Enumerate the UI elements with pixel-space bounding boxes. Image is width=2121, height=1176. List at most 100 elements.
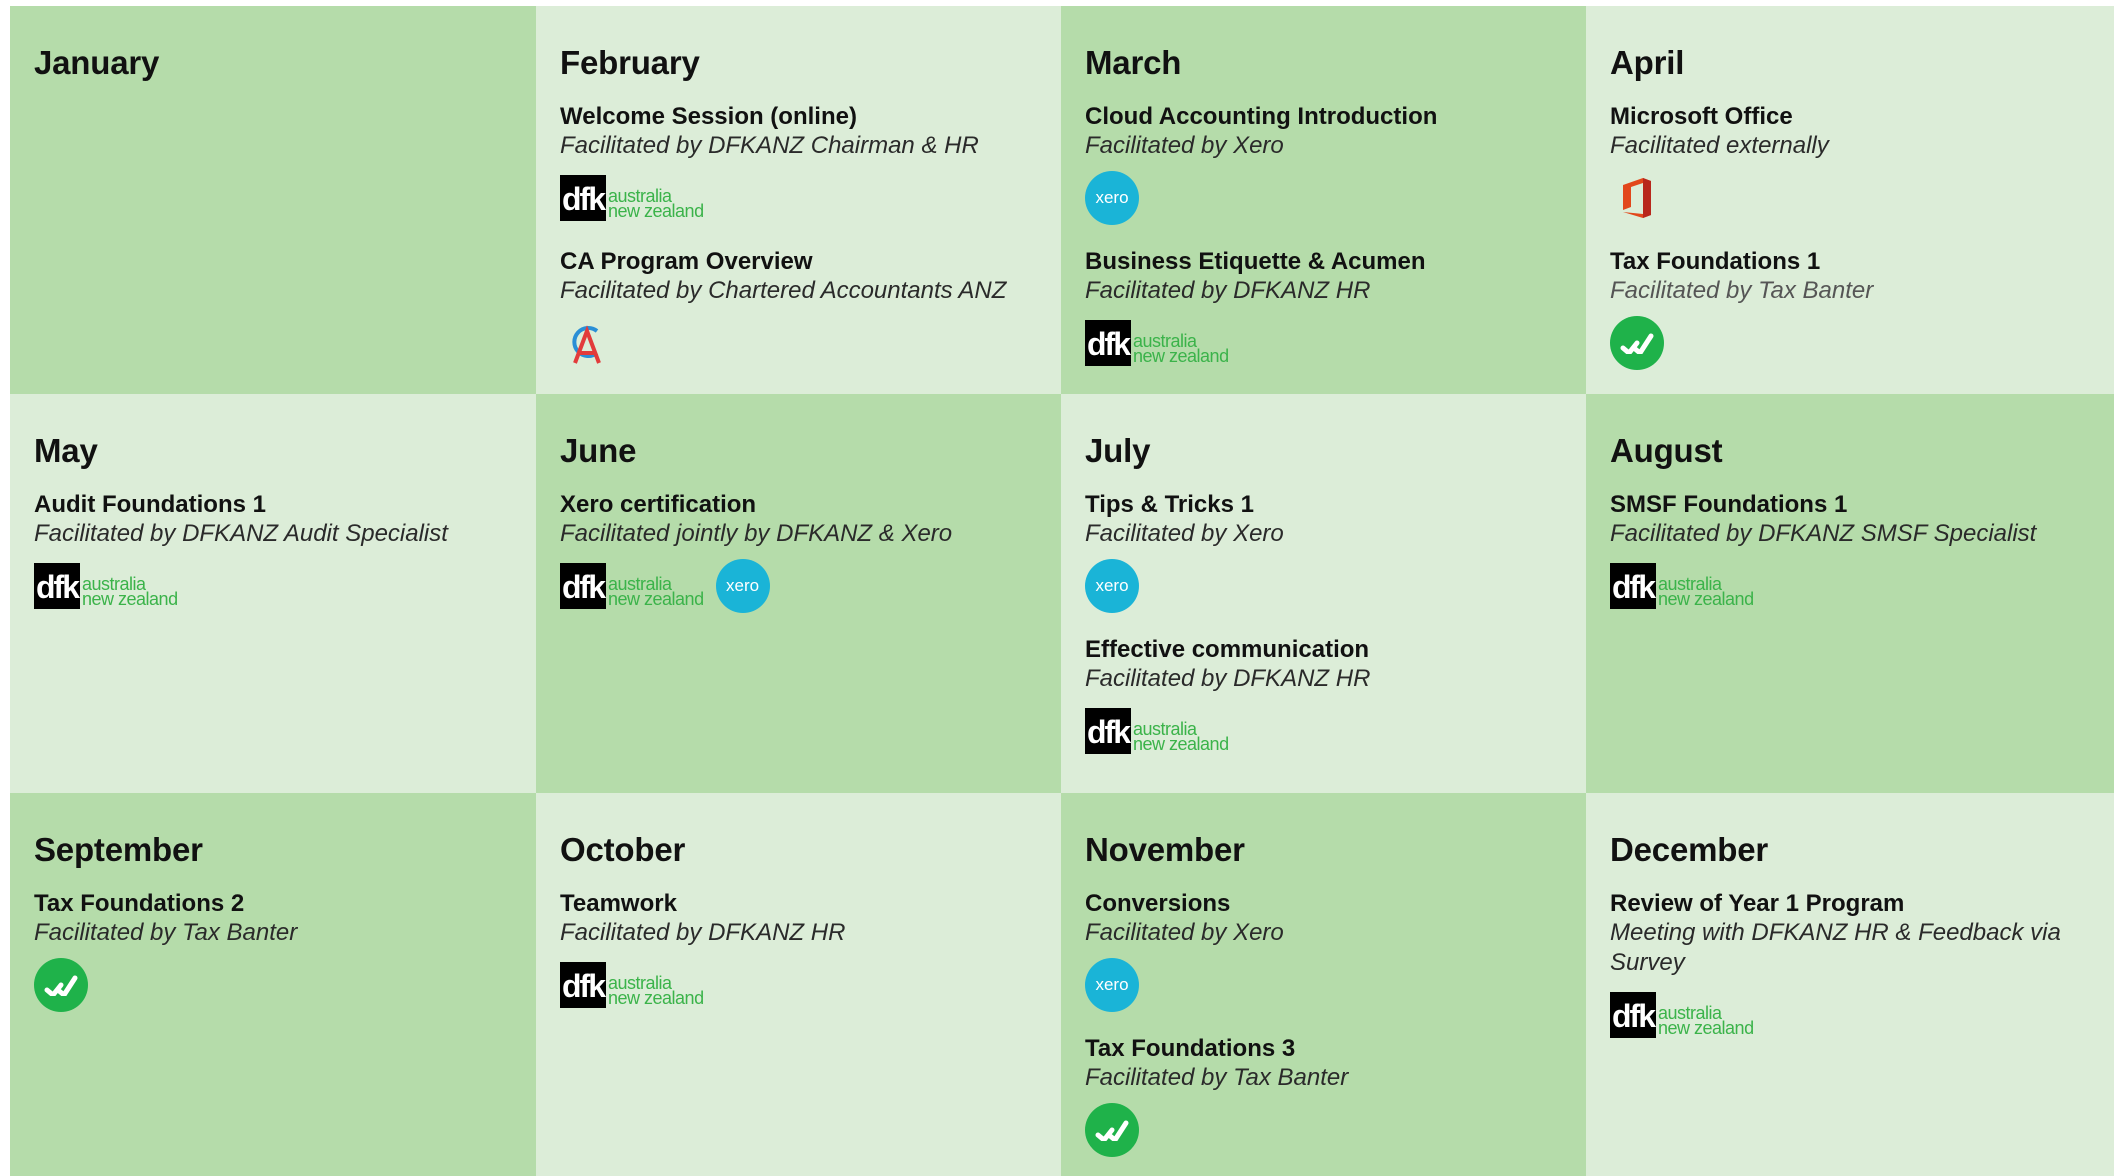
dfk-logo-region: australia new zealand xyxy=(1658,565,1754,608)
event-logos: dfk australia new zealand xyxy=(560,171,1037,225)
month-cell-february: February Welcome Session (online) Facilita… xyxy=(536,6,1061,394)
dfk-logo-mark: dfk xyxy=(560,962,606,1008)
training-event: Tax Foundations 2 Facilitated by Tax Bant… xyxy=(34,889,512,1012)
dfk-australia-new-zealand-logo: dfk australia new zealand xyxy=(560,563,704,609)
month-cell-october: October Teamwork Facilitated by DFKANZ HR d… xyxy=(536,793,1061,1176)
dfk-logo-line-new-zealand: new zealand xyxy=(82,589,178,609)
event-title: SMSF Foundations 1 xyxy=(1610,491,1848,518)
xero-logo-text: xero xyxy=(726,576,760,595)
month-cell-may: May Audit Foundations 1 Facilitated by DFK… xyxy=(10,394,536,793)
training-event: Audit Foundations 1 Facilitated by DFKANZ… xyxy=(34,490,512,613)
event-logos: dfk australia new zealand xyxy=(1610,988,2090,1042)
event-title: Business Etiquette & Acumen xyxy=(1085,248,1426,275)
event-logos: xero xyxy=(1085,958,1562,1012)
dfk-logo-mark: dfk xyxy=(1085,320,1131,366)
event-facilitator: Facilitated by DFKANZ HR xyxy=(1085,277,1371,304)
event-logos xyxy=(560,316,1037,370)
event-logos: dfk australia new zealand xyxy=(34,559,512,613)
dfk-logo-mark: dfk xyxy=(1085,708,1131,754)
event-facilitator: Facilitated by DFKANZ SMSF Specialist xyxy=(1610,520,2037,547)
event-logos: dfk australia new zealand xyxy=(560,958,1037,1012)
event-facilitator: Facilitated by Xero xyxy=(1085,520,1284,547)
dfk-logo-region: australia new zealand xyxy=(608,565,704,608)
event-title: Welcome Session (online) xyxy=(560,103,857,130)
month-cell-june: June Xero certification Facilitated jointl… xyxy=(536,394,1061,793)
month-cell-september: September Tax Foundations 2 Facilitated by… xyxy=(10,793,536,1176)
month-heading: February xyxy=(560,44,700,81)
dfk-logo-line-new-zealand: new zealand xyxy=(608,201,704,221)
event-facilitator: Facilitated by Xero xyxy=(1085,132,1284,159)
training-event: CA Program Overview Facilitated by Charte… xyxy=(560,247,1037,370)
dfk-logo-mark: dfk xyxy=(560,175,606,221)
event-facilitator: Facilitated by DFKANZ HR xyxy=(1085,665,1371,692)
dfk-australia-new-zealand-logo: dfk australia new zealand xyxy=(34,563,178,609)
month-heading: November xyxy=(1085,831,1245,868)
training-event: Business Etiquette & Acumen Facilitated b… xyxy=(1085,247,1562,370)
event-title: CA Program Overview xyxy=(560,248,813,275)
event-title: Tax Foundations 1 xyxy=(1610,248,1821,275)
month-cell-november: November Conversions Facilitated by Xero xe… xyxy=(1061,793,1586,1176)
dfk-logo-mark: dfk xyxy=(34,563,80,609)
dfk-logo-line-new-zealand: new zealand xyxy=(1658,1018,1754,1038)
dfk-australia-new-zealand-logo: dfk australia new zealand xyxy=(1085,708,1229,754)
dfk-logo-region: australia new zealand xyxy=(608,177,704,221)
event-title: Effective communication xyxy=(1085,636,1370,663)
tax-banter-check-icon xyxy=(1610,316,1664,370)
xero-logo: xero xyxy=(1085,958,1139,1012)
xero-logo-text: xero xyxy=(1095,188,1129,207)
event-facilitator: Facilitated by Tax Banter xyxy=(1610,277,1874,304)
training-event: Microsoft Office Facilitated externally xyxy=(1610,102,2090,225)
event-title: Cloud Accounting Introduction xyxy=(1085,103,1438,130)
xero-logo: xero xyxy=(715,559,770,613)
training-event: Tips & Tricks 1 Facilitated by Xero xero xyxy=(1085,490,1562,613)
dfk-logo-region: australia new zealand xyxy=(1133,710,1229,754)
event-title: Tax Foundations 3 xyxy=(1085,1035,1296,1062)
month-heading: May xyxy=(34,432,98,469)
training-event: Conversions Facilitated by Xero xero xyxy=(1085,889,1562,1012)
month-cell-january: January xyxy=(10,6,536,394)
event-logos xyxy=(1610,316,2090,370)
microsoft-office-icon xyxy=(1610,171,1664,225)
event-logos: dfk australia new zealand xyxy=(1085,316,1562,370)
dfk-logo-region: australia new zealand xyxy=(608,964,704,1008)
dfk-australia-new-zealand-logo: dfk australia new zealand xyxy=(1610,563,1754,609)
training-event: Effective communication Facilitated by DF… xyxy=(1085,635,1562,758)
month-heading: April xyxy=(1610,44,1685,81)
event-title: Audit Foundations 1 xyxy=(34,491,266,518)
dfk-logo-line-new-zealand: new zealand xyxy=(1133,734,1229,754)
dfk-logo-region: australia new zealand xyxy=(1658,994,1754,1038)
training-event: Review of Year 1 Program Meeting with DFK… xyxy=(1610,889,2090,1042)
event-facilitator: Facilitated by Xero xyxy=(1085,919,1284,946)
event-facilitator: Facilitated by DFKANZ HR xyxy=(560,919,846,946)
event-facilitator: Facilitated by Chartered Accountants ANZ xyxy=(560,277,1007,304)
event-title: Conversions xyxy=(1085,890,1231,917)
month-cell-march: March Cloud Accounting Introduction Facili… xyxy=(1061,6,1586,394)
chartered-accountants-icon xyxy=(560,316,614,370)
event-logos: dfk australia new zealand xero xyxy=(560,559,1037,613)
event-logos xyxy=(34,958,512,1012)
month-heading: August xyxy=(1610,432,1723,469)
dfk-australia-new-zealand-logo: dfk australia new zealand xyxy=(560,175,704,221)
tax-banter-check-icon xyxy=(34,958,88,1012)
event-facilitator: Facilitated by Tax Banter xyxy=(1085,1064,1349,1091)
month-heading: March xyxy=(1085,44,1182,81)
event-facilitator: Meeting with DFKANZ HR & Feedback via Su… xyxy=(1610,919,2061,976)
month-heading: June xyxy=(560,432,637,469)
event-logos xyxy=(1085,1103,1562,1157)
month-heading: January xyxy=(34,44,160,81)
dfk-logo-region: australia new zealand xyxy=(82,565,178,609)
event-facilitator: Facilitated externally xyxy=(1610,132,1829,159)
event-logos: xero xyxy=(1085,559,1562,613)
month-cell-july: July Tips & Tricks 1 Facilitated by Xero xe… xyxy=(1061,394,1586,793)
dfk-logo-line-new-zealand: new zealand xyxy=(608,988,704,1008)
tax-banter-check-icon xyxy=(1085,1103,1139,1157)
event-title: Microsoft Office xyxy=(1610,103,1793,130)
month-cell-april: April Microsoft Office Facilitated externa… xyxy=(1586,6,2114,394)
event-title: Xero certification xyxy=(560,491,757,518)
month-heading: October xyxy=(560,831,686,868)
event-title: Tax Foundations 2 xyxy=(34,890,245,917)
event-facilitator: Facilitated by DFKANZ Chairman & HR xyxy=(560,132,979,159)
dfk-logo-mark: dfk xyxy=(1610,563,1656,609)
event-title: Teamwork xyxy=(560,890,677,917)
dfk-logo-mark: dfk xyxy=(560,563,606,609)
